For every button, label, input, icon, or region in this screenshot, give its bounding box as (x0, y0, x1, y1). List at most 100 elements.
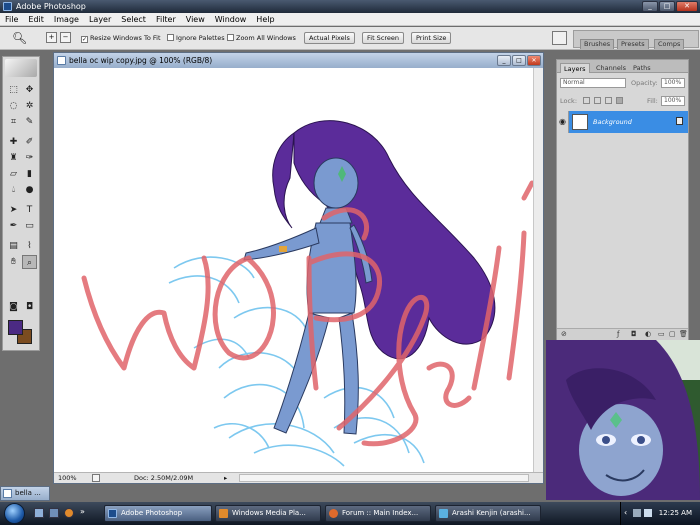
maximize-button[interactable]: □ (659, 1, 675, 12)
type-tool-icon[interactable]: T (22, 203, 37, 217)
history-brush-tool-icon[interactable]: ✑ (22, 151, 37, 165)
tab-presets[interactable]: Presets (617, 39, 649, 49)
show-desktop-icon[interactable] (34, 508, 44, 518)
document-window-controls: _ □ ✕ (497, 55, 541, 66)
move-tool-icon[interactable]: ✥ (22, 83, 37, 97)
healing-brush-tool-icon[interactable]: ✚ (6, 135, 21, 149)
zoom-level[interactable]: 100% (58, 473, 77, 483)
zoom-all-windows-checkbox[interactable]: Zoom All Windows (227, 33, 296, 43)
tab-channels[interactable]: Channels (593, 63, 629, 73)
zoom-out-icon[interactable]: − (60, 32, 71, 43)
menu-edit[interactable]: Edit (23, 13, 49, 25)
layer-row-background[interactable]: ◉ Background (557, 111, 688, 133)
add-style-icon[interactable]: ƒ (617, 330, 619, 338)
document-status-bar: 100% Doc: 2.50M/2.09M ▸ (54, 472, 543, 483)
foreground-color-swatch[interactable] (8, 320, 23, 335)
fit-screen-button[interactable]: Fit Screen (362, 32, 405, 44)
actual-pixels-button[interactable]: Actual Pixels (304, 32, 355, 44)
network-icon[interactable] (633, 509, 641, 517)
desktop-wallpaper-art (546, 340, 700, 500)
eraser-tool-icon[interactable]: ▱ (6, 167, 21, 181)
lock-image-icon[interactable] (594, 97, 601, 104)
menu-filter[interactable]: Filter (151, 13, 181, 25)
ignore-palettes-checkbox[interactable]: Ignore Palettes (167, 33, 225, 43)
photoshop-app-icon (3, 2, 12, 11)
lock-transparent-icon[interactable] (583, 97, 590, 104)
taskbar-item-forum[interactable]: Forum :: Main Index... (325, 505, 431, 522)
link-layers-icon[interactable]: ⊘ (561, 330, 567, 338)
opacity-input[interactable]: 100% (661, 78, 685, 88)
status-info-icon[interactable] (92, 474, 100, 482)
volume-icon[interactable] (644, 509, 652, 517)
doc-close-button[interactable]: ✕ (527, 55, 541, 66)
menu-layer[interactable]: Layer (84, 13, 116, 25)
menu-bar: File Edit Image Layer Select Filter View… (0, 13, 700, 26)
resize-windows-checkbox[interactable]: ✓ Resize Windows To Fit (81, 33, 161, 43)
path-selection-tool-icon[interactable]: ➤ (6, 203, 21, 217)
close-button[interactable]: ✕ (676, 1, 698, 12)
add-mask-icon[interactable]: ◘ (631, 330, 637, 338)
doc-minimize-button[interactable]: _ (497, 55, 511, 66)
file-browser-icon[interactable] (552, 31, 567, 45)
quick-mask-icon[interactable]: ◙ (6, 300, 21, 314)
doc-maximize-button[interactable]: □ (512, 55, 526, 66)
brush-tool-icon[interactable]: ✐ (22, 135, 37, 149)
photoshop-feather-icon[interactable] (5, 59, 37, 77)
menu-file[interactable]: File (0, 13, 23, 25)
minimize-button[interactable]: _ (642, 1, 658, 12)
tray-expand-icon[interactable]: ‹ (624, 508, 627, 517)
start-button[interactable] (4, 503, 25, 524)
gradient-tool-icon[interactable]: ▮ (22, 167, 37, 181)
zoom-in-icon[interactable]: + (46, 32, 57, 43)
tab-comps[interactable]: Comps (654, 39, 685, 49)
menu-help[interactable]: Help (251, 13, 279, 25)
lasso-tool-icon[interactable]: ◌ (6, 99, 21, 113)
adjustment-layer-icon[interactable]: ◐ (645, 330, 651, 338)
menu-view[interactable]: View (181, 13, 210, 25)
status-menu-arrow-icon[interactable]: ▸ (224, 473, 227, 483)
blur-tool-icon[interactable]: 💧︎ (6, 183, 21, 197)
browser-quicklaunch-icon[interactable] (64, 508, 74, 518)
minimized-document[interactable]: bella ... (0, 486, 50, 501)
menu-select[interactable]: Select (116, 13, 151, 25)
delete-layer-icon[interactable]: 🗑︎ (679, 330, 688, 338)
taskbar-item-arashi[interactable]: Arashi Kenjin (arashi... (435, 505, 541, 522)
lock-all-icon[interactable] (616, 97, 623, 104)
more-quicklaunch-icon[interactable]: » (80, 507, 85, 516)
shape-tool-icon[interactable]: ▭ (22, 219, 37, 233)
taskbar-item-photoshop[interactable]: Adobe Photoshop (104, 505, 212, 522)
resize-windows-label: Resize Windows To Fit (90, 34, 161, 42)
tab-layers[interactable]: Layers (560, 63, 590, 73)
zoom-tool-icon[interactable]: 🔍︎ (12, 31, 27, 45)
menu-window[interactable]: Window (210, 13, 252, 25)
menu-image[interactable]: Image (49, 13, 84, 25)
fill-input[interactable]: 100% (661, 96, 685, 106)
magic-wand-tool-icon[interactable]: ✲ (22, 99, 37, 113)
clone-stamp-tool-icon[interactable]: ♜ (6, 151, 21, 165)
switch-windows-icon[interactable] (49, 508, 59, 518)
lock-position-icon[interactable] (605, 97, 612, 104)
tab-paths[interactable]: Paths (630, 63, 654, 73)
new-layer-icon[interactable]: ▢ (669, 330, 676, 338)
blend-mode-select[interactable]: Normal (560, 78, 626, 88)
eyedropper-tool-icon[interactable]: ⌇ (22, 239, 37, 253)
document-titlebar[interactable]: bella oc wip copy.jpg @ 100% (RGB/8) _ □… (54, 53, 543, 68)
marquee-tool-icon[interactable]: ⬚ (6, 83, 21, 97)
pen-tool-icon[interactable]: ✒ (6, 219, 21, 233)
vertical-scrollbar[interactable] (533, 68, 543, 473)
crop-tool-icon[interactable]: ⌗ (6, 115, 21, 129)
taskbar-item-media-player[interactable]: Windows Media Pla... (215, 505, 321, 522)
dodge-tool-icon[interactable]: ● (22, 183, 37, 197)
zoom-tool-icon[interactable]: ⌕ (22, 255, 37, 269)
new-group-icon[interactable]: ▭ (658, 330, 665, 338)
horizontal-scrollbar[interactable] (239, 474, 529, 482)
image-canvas[interactable] (54, 68, 534, 473)
visibility-eye-icon[interactable]: ◉ (557, 111, 569, 133)
print-size-button[interactable]: Print Size (411, 32, 452, 44)
notes-tool-icon[interactable]: ▤ (6, 239, 21, 253)
slice-tool-icon[interactable]: ✎ (22, 115, 37, 129)
tab-brushes[interactable]: Brushes (580, 39, 615, 49)
standard-mode-icon[interactable]: ◘ (22, 300, 37, 314)
clock[interactable]: 12:25 AM (659, 502, 692, 525)
hand-tool-icon[interactable]: ✋︎ (6, 255, 21, 269)
